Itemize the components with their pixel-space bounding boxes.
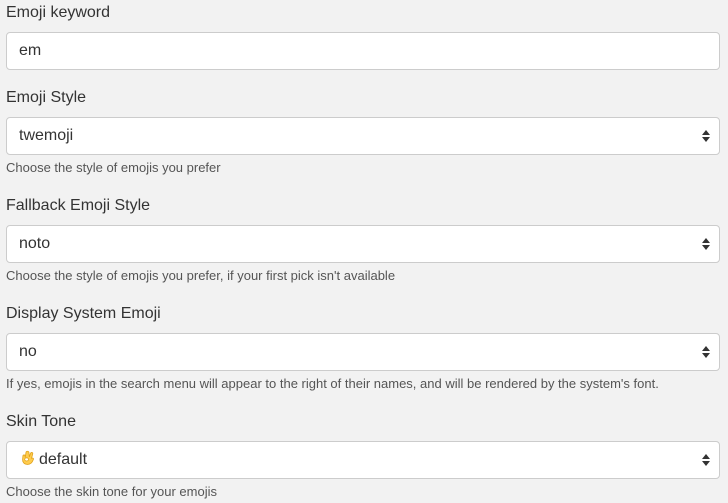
emoji-settings-form: Emoji keyword em Emoji Style twemoji Cho… [0, 0, 728, 503]
skin-tone-hint: Choose the skin tone for your emojis [6, 484, 217, 499]
select-arrows-icon [702, 454, 710, 466]
emoji-style-group: Emoji Style twemoji Choose the style of … [6, 88, 720, 175]
fallback-emoji-style-group: Fallback Emoji Style noto Choose the sty… [6, 196, 720, 283]
fallback-emoji-style-select[interactable]: noto [6, 225, 720, 263]
emoji-keyword-value: em [19, 42, 42, 59]
skin-tone-group: Skin Tone default Choose the skin tone f… [6, 412, 720, 499]
emoji-style-label: Emoji Style [6, 89, 87, 106]
skin-tone-label: Skin Tone [6, 413, 76, 430]
select-arrows-icon [702, 238, 710, 250]
emoji-keyword-input[interactable]: em [6, 32, 720, 70]
ok-hand-emoji-icon [22, 450, 34, 465]
display-system-emoji-select[interactable]: no [6, 333, 720, 371]
skin-tone-selected: default [39, 451, 88, 468]
skin-tone-value: default [19, 442, 87, 478]
select-arrows-icon [702, 346, 710, 358]
emoji-style-selected: twemoji [19, 127, 74, 144]
skin-tone-select[interactable]: default [6, 441, 720, 479]
fallback-emoji-style-selected: noto [19, 235, 51, 252]
emoji-keyword-group: Emoji keyword em [6, 3, 720, 70]
emoji-keyword-label: Emoji keyword [6, 4, 111, 21]
display-system-emoji-label: Display System Emoji [6, 305, 161, 322]
fallback-emoji-style-label: Fallback Emoji Style [6, 197, 151, 214]
display-system-emoji-group: Display System Emoji no If yes, emojis i… [6, 304, 720, 391]
display-system-emoji-selected: no [19, 343, 37, 360]
emoji-style-select[interactable]: twemoji [6, 117, 720, 155]
select-arrows-icon [702, 130, 710, 142]
display-system-emoji-hint: If yes, emojis in the search menu will a… [6, 376, 659, 391]
emoji-style-hint: Choose the style of emojis you prefer [6, 160, 221, 175]
fallback-emoji-style-hint: Choose the style of emojis you prefer, i… [6, 268, 396, 283]
